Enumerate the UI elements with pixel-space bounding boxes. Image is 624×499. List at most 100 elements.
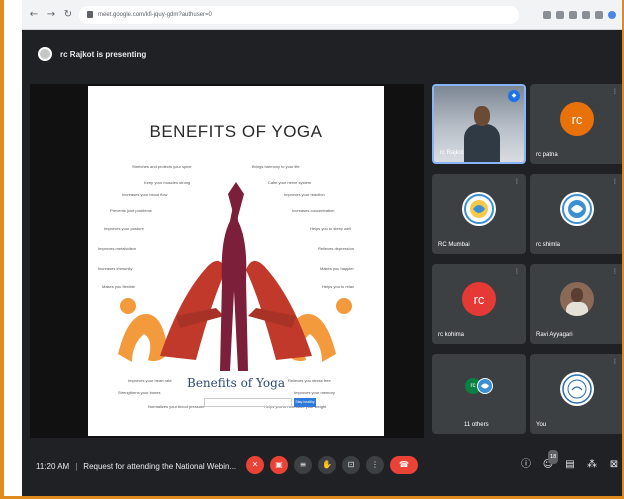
slide-form-input [204, 398, 292, 407]
participant-name: Ravi Ayyagari [536, 332, 573, 338]
benefit-left-8: Makes you flexible [102, 284, 135, 289]
benefit-bottom-left-3: Normalizes your blood pressure [148, 404, 205, 409]
participant-photo [560, 282, 594, 317]
present-button-icon[interactable]: ⊡ [342, 456, 360, 474]
participant-name: rc shimla [536, 242, 561, 248]
participant-name: rc kohima [438, 332, 465, 338]
separator: | [75, 462, 78, 471]
participant-name: 11 others [464, 422, 489, 428]
benefit-bottom-right-1: Relieves you stress free [288, 378, 331, 383]
shared-slide: BENEFITS OF YOGA Stretches and protects … [88, 86, 384, 436]
participant-avatar: rc [462, 282, 496, 317]
benefit-right-7: Makes you happier [320, 266, 354, 271]
puzzle-icon[interactable] [582, 10, 590, 19]
participant-logo [560, 192, 594, 227]
side-panel-controls: ⓘ ☺ 18 ▤ ⁂ ⊠ [520, 450, 620, 472]
benefit-bottom-left-1: Improves your heart rate [128, 378, 172, 383]
mic-off-icon: ⋮ [612, 268, 618, 275]
benefit-left-6: Improves metabolism [98, 246, 137, 251]
other-avatar-2 [477, 378, 493, 394]
participant-tile-rc-kohima[interactable]: rc ⋮ rc kohima [432, 264, 526, 344]
org-logo-icon [562, 374, 592, 404]
meeting-title: Request for attending the National Webin… [83, 462, 237, 471]
participant-tile-rc-rajkot[interactable]: ◆ rc Rajkot [432, 84, 526, 164]
benefit-left-4: Prevents joint problems [110, 208, 152, 213]
call-controls: ✕ ▣ ≡ ✋ ⊡ ⋮ ☎ [246, 456, 418, 474]
benefit-left-7: Increases immunity [98, 266, 133, 271]
forward-arrow-icon[interactable]: → [45, 9, 57, 21]
presenter-avatar [38, 47, 52, 61]
participant-tile-others[interactable]: rc 11 others [432, 354, 526, 434]
participant-name: rc Rajkot [440, 150, 464, 156]
info-icon[interactable]: ⓘ [520, 458, 532, 472]
slide-form-button: Stay healthy [294, 398, 316, 407]
mic-off-icon: ⋮ [514, 178, 520, 185]
star-icon[interactable] [569, 10, 577, 19]
chat-icon[interactable]: ▤ [564, 458, 576, 472]
end-call-button-icon[interactable]: ☎ [390, 456, 418, 474]
participant-count-badge: 18 [548, 450, 559, 464]
participant-tile-rc-patna[interactable]: rc ⋮ rc patna [530, 84, 622, 164]
benefit-right-3: Improves your reaction [284, 192, 325, 197]
benefit-left-2: Keep your muscles strong [144, 180, 191, 185]
mic-off-icon: ⋮ [514, 268, 520, 275]
window-icon[interactable] [595, 10, 603, 19]
meeting-time: 11:20 AM [36, 462, 70, 471]
participant-name: RC Mumbai [438, 242, 470, 248]
benefit-bottom-left-2: Strengthens your bones [118, 390, 161, 395]
slide-form: Stay healthy [204, 398, 316, 407]
benefit-right-1: Brings harmony to your life [252, 164, 300, 169]
benefit-left-3: Increases your blood flow [122, 192, 168, 197]
rc-logo-icon [562, 194, 592, 225]
benefit-right-4: Increases concentration [292, 208, 335, 213]
participant-tile-rc-mumbai[interactable]: ⋮ RC Mumbai [432, 174, 526, 254]
participant-tile-you[interactable]: ⋮ You [530, 354, 622, 434]
photo-body [566, 302, 588, 317]
raise-hand-button-icon[interactable]: ✋ [318, 456, 336, 474]
browser-extensions [543, 10, 616, 19]
reload-icon[interactable]: ↻ [62, 9, 74, 21]
participant-logo [560, 372, 594, 407]
share-icon[interactable] [556, 10, 564, 19]
address-bar[interactable]: meet.google.com/kfi-jquy-gdm?authuser=0 [79, 5, 519, 24]
participant-name: rc patna [536, 152, 558, 158]
presenting-bar: rc Rajkot is presenting [22, 34, 622, 74]
presenting-label: rc Rajkot is presenting [60, 49, 147, 59]
benefit-right-8: Helps you to relax [322, 284, 355, 289]
meet-window: ← → ↻ meet.google.com/kfi-jquy-gdm?authu… [22, 0, 622, 496]
people-icon[interactable]: ☺ 18 [542, 450, 559, 472]
camera-off-button-icon[interactable]: ▣ [270, 456, 288, 474]
slide-title: BENEFITS OF YOGA [149, 122, 323, 141]
extension-icon[interactable] [543, 10, 551, 19]
participant-body [464, 124, 500, 162]
benefit-right-2: Calm your nerve system [268, 180, 312, 185]
browser-toolbar: ← → ↻ meet.google.com/kfi-jquy-gdm?authu… [22, 0, 622, 30]
benefit-right-6: Relieves depression [318, 246, 355, 251]
profile-icon[interactable] [608, 10, 616, 19]
mic-off-icon: ⋮ [612, 88, 618, 95]
mic-off-button-icon[interactable]: ✕ [246, 456, 264, 474]
participant-tile-ravi-ayyagari[interactable]: ⋮ Ravi Ayyagari [530, 264, 622, 344]
more-options-icon[interactable]: ⋮ [366, 456, 384, 474]
participant-logo [462, 192, 496, 227]
benefit-right-5: Helps you to sleep well [310, 226, 351, 231]
participant-avatar: rc [560, 102, 594, 137]
meeting-controls-bar: 11:20 AM | Request for attending the Natio… [22, 444, 622, 496]
benefit-bottom-right-2: Improves your memory [294, 390, 335, 395]
participant-tile-rc-shimla[interactable]: ⋮ rc shimla [530, 174, 622, 254]
mic-off-icon: ⋮ [612, 358, 618, 365]
lock-icon [87, 11, 93, 18]
participant-name: You [536, 422, 547, 428]
back-arrow-icon[interactable]: ← [28, 9, 40, 21]
others-avatars: rc [465, 378, 493, 394]
presentation-stage[interactable]: BENEFITS OF YOGA Stretches and protects … [30, 84, 424, 438]
activities-icon[interactable]: ⁂ [586, 458, 598, 472]
mic-off-icon: ⋮ [612, 178, 618, 185]
lock-host-icon[interactable]: ⊠ [608, 458, 620, 472]
url-text: meet.google.com/kfi-jquy-gdm?authuser=0 [98, 11, 212, 18]
participant-head [474, 106, 490, 126]
meeting-info: 11:20 AM | Request for attending the Natio… [36, 462, 236, 471]
captions-button-icon[interactable]: ≡ [294, 456, 312, 474]
benefit-left-5: Improves your posture [104, 226, 144, 231]
rc-logo-icon [464, 194, 494, 225]
